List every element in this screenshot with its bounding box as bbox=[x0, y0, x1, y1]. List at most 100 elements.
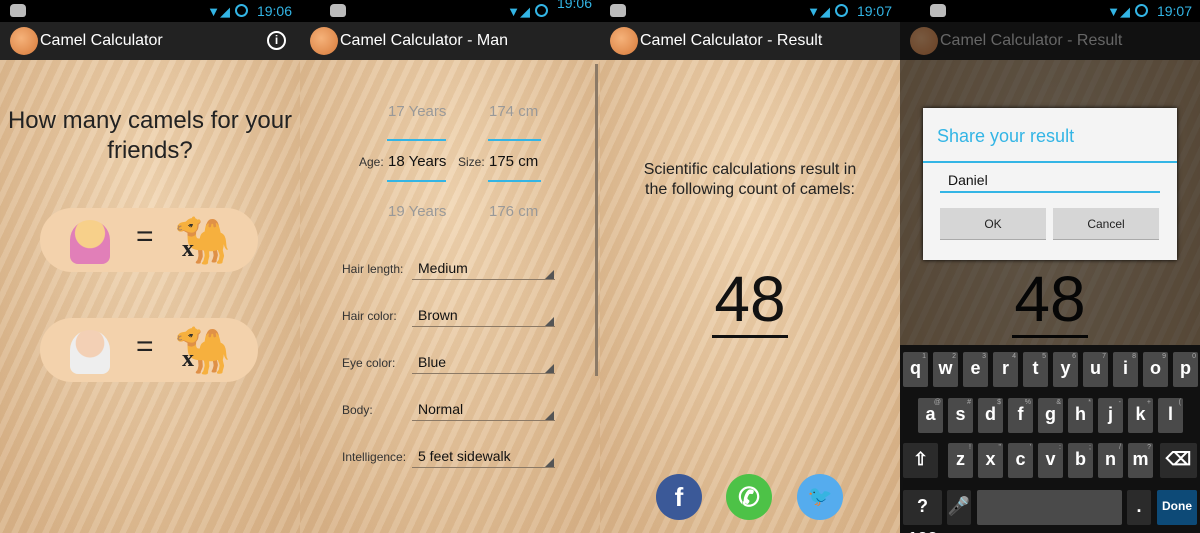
key-hint: ( bbox=[1178, 399, 1181, 406]
dropdown-arrow-icon bbox=[545, 317, 554, 326]
woman-camel-button[interactable]: = 🐪 x bbox=[40, 208, 258, 272]
key-hint: $ bbox=[997, 399, 1001, 406]
cancel-button[interactable]: Cancel bbox=[1053, 208, 1159, 240]
dropdown-arrow-icon bbox=[545, 270, 554, 279]
camel-count: 48 bbox=[600, 262, 900, 338]
key-s[interactable]: s # bbox=[948, 398, 973, 433]
picker-next[interactable]: 176 cm bbox=[489, 203, 538, 220]
dropdown-arrow-icon bbox=[545, 364, 554, 373]
picker-value[interactable]: 18 Years bbox=[388, 153, 446, 170]
key-w[interactable]: w2 bbox=[933, 352, 958, 387]
camel-count-value: 48 bbox=[712, 263, 788, 338]
wifi-icon: ▼◢ bbox=[507, 4, 530, 19]
ok-button[interactable]: OK bbox=[940, 208, 1046, 240]
picker-divider bbox=[387, 139, 446, 141]
status-time: 19:06 bbox=[556, 0, 592, 11]
wifi-icon: ▼◢ bbox=[207, 4, 230, 19]
picker-prev[interactable]: 174 cm bbox=[489, 103, 538, 120]
key-d[interactable]: d $ bbox=[978, 398, 1003, 433]
done-key[interactable]: Done bbox=[1157, 490, 1197, 525]
key-c[interactable]: c ' bbox=[1008, 443, 1033, 478]
picker-next[interactable]: 19 Years bbox=[388, 203, 446, 220]
dialog-divider bbox=[923, 161, 1177, 163]
microphone-key[interactable]: 🎤 bbox=[947, 490, 971, 525]
key-k[interactable]: k + bbox=[1128, 398, 1153, 433]
period-key[interactable]: . bbox=[1127, 490, 1151, 525]
key-label: d bbox=[985, 404, 996, 424]
whatsapp-share-button[interactable]: ✆ bbox=[726, 474, 772, 520]
key-g[interactable]: g & bbox=[1038, 398, 1063, 433]
spinner-value[interactable]: Blue bbox=[418, 354, 446, 370]
spinner-value[interactable]: Normal bbox=[418, 401, 463, 417]
key-label: m bbox=[1132, 449, 1149, 469]
cyanogen-icon bbox=[10, 4, 26, 17]
spinner-value[interactable]: Medium bbox=[418, 260, 468, 276]
shift-key[interactable]: ⇧ bbox=[903, 443, 938, 478]
symbols-key[interactable]: ?123 bbox=[903, 490, 942, 533]
key-label: z bbox=[956, 449, 965, 469]
key-p[interactable]: p0 bbox=[1173, 352, 1198, 387]
key-u[interactable]: u7 bbox=[1083, 352, 1108, 387]
sync-icon bbox=[535, 4, 548, 17]
picker-divider bbox=[387, 180, 446, 182]
backspace-key[interactable]: ⌫ bbox=[1160, 443, 1197, 478]
key-hint: @ bbox=[933, 399, 941, 406]
spinner-value[interactable]: Brown bbox=[418, 307, 458, 323]
key-i[interactable]: i8 bbox=[1113, 352, 1138, 387]
key-l[interactable]: l( bbox=[1158, 398, 1183, 433]
key-y[interactable]: y6 bbox=[1053, 352, 1078, 387]
status-bar: ▼◢ 19:06 bbox=[0, 0, 300, 22]
spinner-label: Intelligence: bbox=[342, 450, 407, 464]
key-m[interactable]: m? bbox=[1128, 443, 1153, 478]
equals-sign: = bbox=[136, 220, 154, 253]
wifi-icon: ▼◢ bbox=[1107, 4, 1130, 19]
space-key[interactable] bbox=[977, 490, 1122, 525]
key-hint: & bbox=[1056, 399, 1061, 406]
key-r[interactable]: r4 bbox=[993, 352, 1018, 387]
name-input[interactable]: Daniel bbox=[940, 170, 1160, 193]
key-label: b bbox=[1075, 449, 1086, 469]
cyanogen-icon bbox=[330, 4, 346, 17]
key-z[interactable]: z! bbox=[948, 443, 973, 478]
picker-value[interactable]: 175 cm bbox=[489, 153, 538, 170]
key-e[interactable]: e3 bbox=[963, 352, 988, 387]
man-camel-button[interactable]: = 🐪 x bbox=[40, 318, 258, 382]
facebook-share-button[interactable]: f bbox=[656, 474, 702, 520]
spinner-value[interactable]: 5 feet sidewalk bbox=[418, 448, 511, 464]
key-v[interactable]: v: bbox=[1038, 443, 1063, 478]
key-hint: 0 bbox=[1192, 353, 1196, 360]
key-label: . bbox=[1136, 496, 1142, 516]
sync-icon bbox=[835, 4, 848, 17]
key-x[interactable]: x " bbox=[978, 443, 1003, 478]
key-label: i bbox=[1122, 358, 1128, 378]
status-bar: ▼◢ 19:07 bbox=[900, 0, 1200, 22]
key-hint: 4 bbox=[1012, 353, 1016, 360]
key-n[interactable]: n / bbox=[1098, 443, 1123, 478]
key-label: k bbox=[1135, 404, 1146, 424]
key-label: y bbox=[1060, 358, 1071, 378]
home-screen: ▼◢ 19:06 Camel Calculator i How many camel… bbox=[0, 0, 300, 533]
camel-logo-icon bbox=[910, 27, 938, 55]
key-q[interactable]: q1 bbox=[903, 352, 928, 387]
result-screen: ▼◢ 19:07 Camel Calculator - Result Scient… bbox=[600, 0, 900, 533]
key-label: g bbox=[1045, 404, 1056, 424]
key-a[interactable]: a @ bbox=[918, 398, 943, 433]
key-j[interactable]: j- bbox=[1098, 398, 1123, 433]
scrollbar[interactable] bbox=[595, 64, 598, 376]
key-hint: 3 bbox=[982, 353, 986, 360]
twitter-share-button[interactable]: 🐦 bbox=[797, 474, 843, 520]
keyboard: q 1 w 2 e 3 r 4 t 5 y 6 u 7 i 8 o 9 p 0 a @ s # d $ f% g & h * j - k + l(⇧ z… bbox=[900, 345, 1200, 533]
app-title: Camel Calculator - Result bbox=[940, 32, 1123, 49]
key-hint: % bbox=[1024, 399, 1031, 406]
key-label: r bbox=[1001, 358, 1009, 378]
key-b[interactable]: b; bbox=[1068, 443, 1093, 478]
info-icon[interactable]: i bbox=[267, 31, 286, 50]
key-h[interactable]: h * bbox=[1068, 398, 1093, 433]
key-f[interactable]: f% bbox=[1008, 398, 1033, 433]
picker-prev[interactable]: 17 Years bbox=[388, 103, 446, 120]
key-t[interactable]: t5 bbox=[1023, 352, 1048, 387]
key-hint: 2 bbox=[952, 353, 956, 360]
key-label: t bbox=[1032, 358, 1039, 378]
key-label: x bbox=[985, 449, 996, 469]
key-o[interactable]: o9 bbox=[1143, 352, 1168, 387]
